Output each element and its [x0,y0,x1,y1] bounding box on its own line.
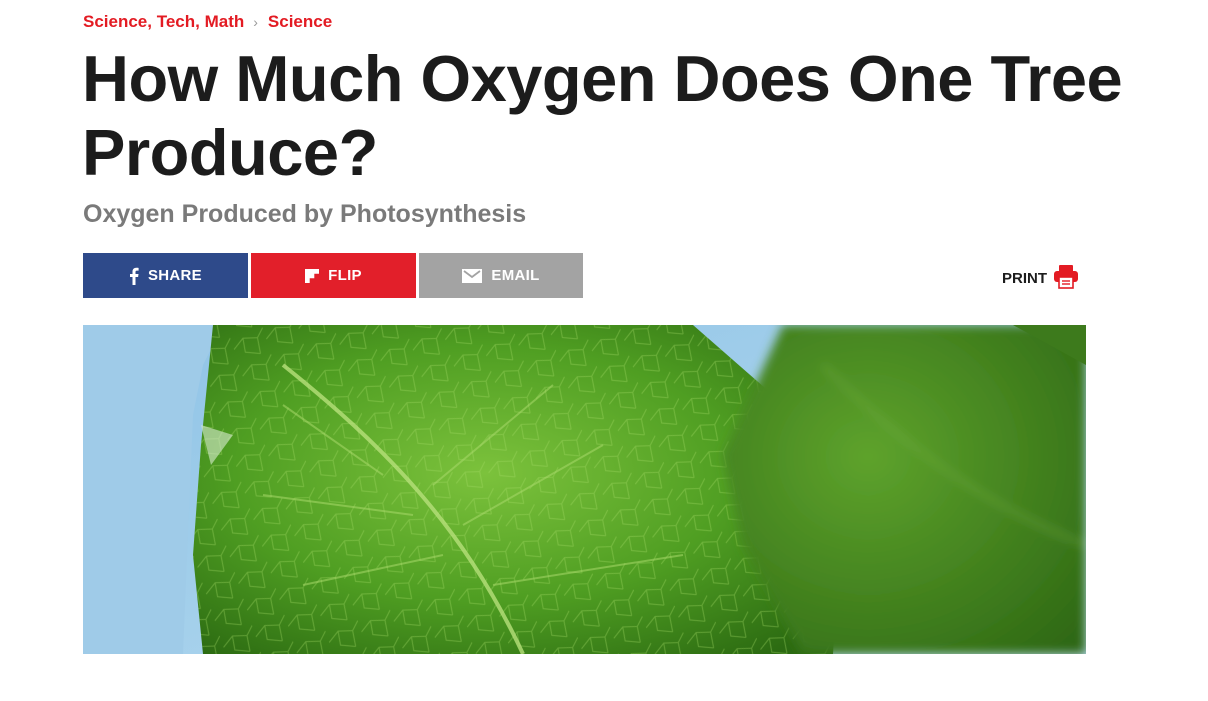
print-button[interactable]: PRINT [1002,264,1079,293]
article-title: How Much Oxygen Does One Tree Produce? [82,42,1123,189]
article-page: Science, Tech, Math › Science How Much O… [0,0,1208,701]
share-bar: SHARE FLIP EMAIL [83,253,586,298]
hero-image-leaves [83,325,1086,654]
flipboard-icon [305,268,320,283]
printer-icon [1053,264,1079,293]
breadcrumb-item-science[interactable]: Science [268,12,332,32]
facebook-icon [129,267,139,285]
facebook-share-button[interactable]: SHARE [83,253,248,298]
article-subtitle: Oxygen Produced by Photosynthesis [83,200,527,228]
email-share-label: EMAIL [491,267,540,284]
envelope-icon [462,268,483,283]
facebook-share-label: SHARE [147,267,202,284]
flipboard-share-label: FLIP [328,267,362,284]
breadcrumb: Science, Tech, Math › Science [83,12,332,32]
breadcrumb-item-science-tech-math[interactable]: Science, Tech, Math [83,12,244,32]
print-label: PRINT [1002,270,1047,287]
flipboard-share-button[interactable]: FLIP [251,253,416,298]
breadcrumb-separator-icon: › [253,14,258,30]
email-share-button[interactable]: EMAIL [419,253,583,298]
